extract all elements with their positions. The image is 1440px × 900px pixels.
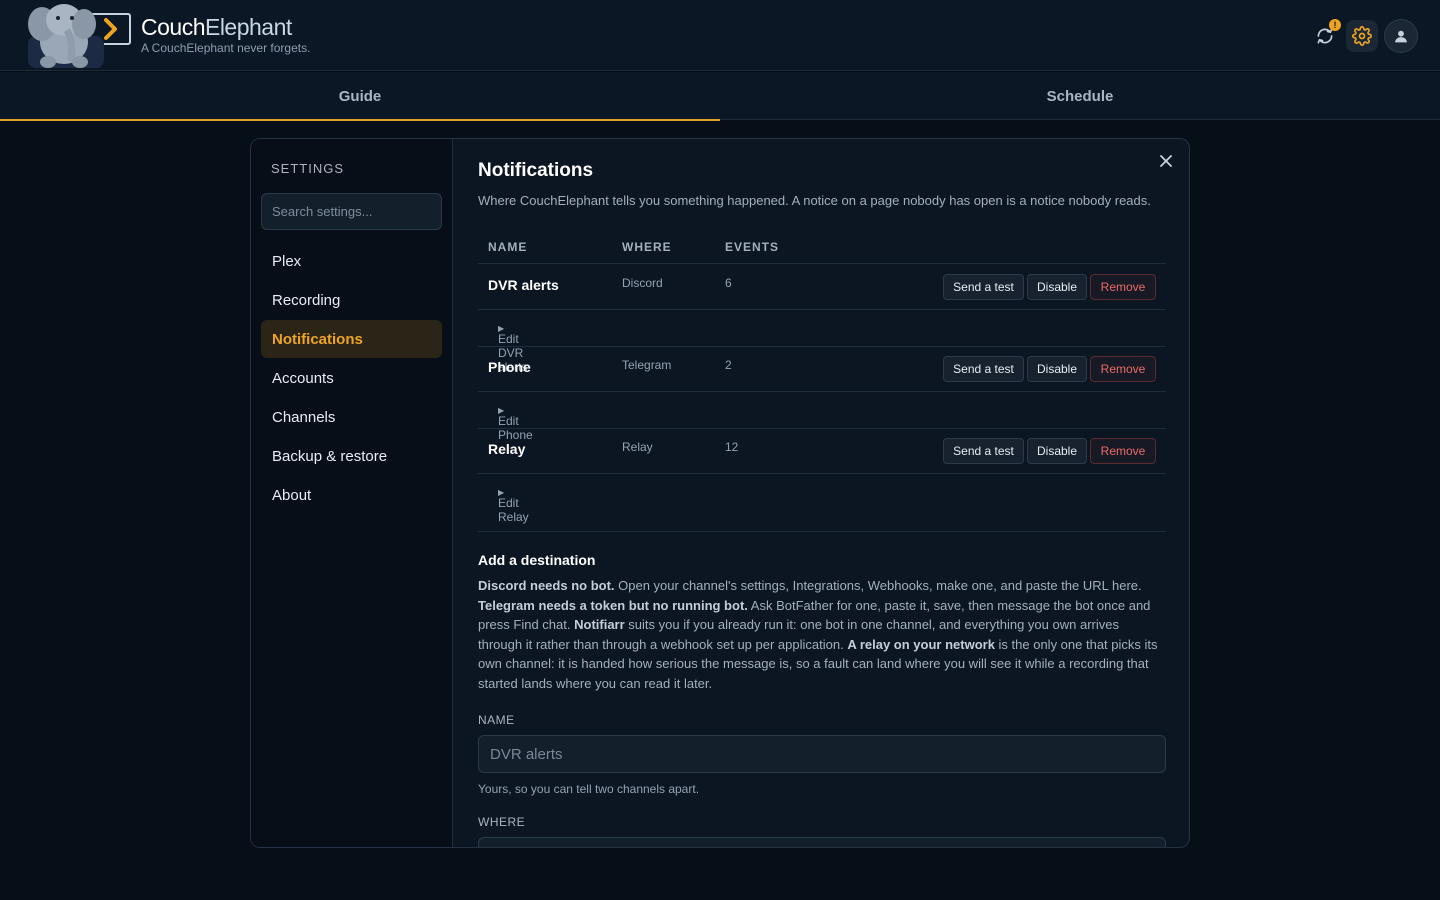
- destination-name: DVR alerts: [488, 277, 559, 293]
- destination-name: Phone: [488, 359, 531, 375]
- edit-label: Edit Relay: [498, 496, 529, 524]
- close-icon: [1160, 155, 1172, 167]
- name-field-hint: Yours, so you can tell two channels apar…: [478, 782, 700, 796]
- destination-where: Relay: [622, 440, 653, 454]
- disable-button[interactable]: Disable: [1027, 438, 1087, 464]
- close-button[interactable]: [1156, 151, 1176, 171]
- column-header-events: EVENTS: [725, 240, 780, 254]
- send-test-button[interactable]: Send a test: [943, 274, 1024, 300]
- brand-title: CouchElephant: [141, 14, 310, 40]
- help-relay-bold: A relay on your network: [847, 636, 995, 652]
- user-icon: [1395, 30, 1407, 43]
- help-discord-bold: Discord needs no bot.: [478, 578, 615, 593]
- table-header: NAME WHERE EVENTS: [478, 233, 1166, 264]
- edit-toggle-content: ▶ Edit Relay: [488, 485, 529, 524]
- tab-schedule[interactable]: Schedule: [720, 72, 1440, 120]
- remove-button[interactable]: Remove: [1090, 274, 1156, 300]
- disable-button[interactable]: Disable: [1027, 356, 1087, 382]
- edit-destination-toggle[interactable]: ▶ Edit Phone: [478, 392, 1166, 442]
- edit-destination-toggle[interactable]: ▶ Edit Relay: [478, 474, 1166, 524]
- brand: CouchElephant A CouchElephant never forg…: [141, 14, 310, 55]
- send-test-button[interactable]: Send a test: [943, 438, 1024, 464]
- table-row: Relay Relay 12 Send a test Disable Remov…: [478, 428, 1166, 474]
- page-title: Notifications: [478, 160, 594, 181]
- tab-guide[interactable]: Guide: [0, 72, 720, 121]
- column-header-where: WHERE: [622, 240, 672, 254]
- edit-toggle-content: ▶ Edit DVR alerts: [488, 321, 527, 374]
- where-field-label: WHERE: [478, 815, 526, 829]
- sidebar-item-plex[interactable]: Plex: [261, 242, 442, 280]
- sidebar-item-recording[interactable]: Recording: [261, 281, 442, 319]
- destination-name-input[interactable]: [478, 735, 1166, 773]
- remove-button[interactable]: Remove: [1090, 438, 1156, 464]
- destination-where: Discord: [622, 276, 663, 290]
- destination-events: 12: [725, 440, 739, 454]
- sidebar-item-accounts[interactable]: Accounts: [261, 359, 442, 397]
- gear-icon: [1352, 26, 1372, 46]
- add-destination-help: Discord needs no bot. Open your channel'…: [478, 576, 1166, 693]
- disable-button[interactable]: Disable: [1027, 274, 1087, 300]
- column-header-name: NAME: [488, 240, 528, 254]
- elephant-logo-icon[interactable]: [20, 0, 132, 71]
- add-destination-title: Add a destination: [478, 552, 596, 568]
- notifications-panel: Notifications Where CouchElephant tells …: [454, 139, 1189, 847]
- page-description: Where CouchElephant tells you something …: [478, 193, 1151, 208]
- remove-button[interactable]: Remove: [1090, 356, 1156, 382]
- brand-name-part2: Elephant: [204, 14, 292, 40]
- section-divider: [478, 531, 1166, 532]
- send-test-button[interactable]: Send a test: [943, 356, 1024, 382]
- help-discord: Open your channel's settings, Integratio…: [614, 578, 1142, 593]
- edit-destination-toggle[interactable]: ▶ Edit DVR alerts: [478, 310, 1166, 374]
- settings-sidebar: SETTINGS Plex Recording Notifications Ac…: [251, 139, 453, 847]
- destination-events: 2: [725, 358, 732, 372]
- brand-tagline: A CouchElephant never forgets.: [141, 41, 311, 55]
- help-telegram-bold: Telegram needs a token but no running bo…: [478, 597, 748, 613]
- name-field-label: NAME: [478, 713, 515, 727]
- destination-where: Telegram: [622, 358, 672, 372]
- sidebar-title: SETTINGS: [271, 161, 345, 176]
- sidebar-item-about[interactable]: About: [261, 476, 442, 514]
- destination-events: 6: [725, 276, 732, 290]
- sidebar-item-backup-restore[interactable]: Backup & restore: [261, 437, 442, 475]
- account-button[interactable]: [1384, 19, 1418, 53]
- help-notifiarr-bold: Notifiarr: [574, 617, 625, 632]
- settings-button[interactable]: [1346, 20, 1378, 52]
- sidebar-item-notifications[interactable]: Notifications: [261, 320, 442, 358]
- table-row: DVR alerts Discord 6 Send a test Disable…: [478, 264, 1166, 310]
- settings-search-input[interactable]: [261, 193, 442, 230]
- edit-toggle-content: ▶ Edit Phone: [488, 403, 533, 442]
- settings-modal: SETTINGS Plex Recording Notifications Ac…: [250, 138, 1190, 848]
- table-row: Phone Telegram 2 Send a test Disable Rem…: [478, 346, 1166, 392]
- sidebar-item-channels[interactable]: Channels: [261, 398, 442, 436]
- brand-name-part1: Couch: [141, 14, 205, 40]
- app-header: CouchElephant A CouchElephant never forg…: [0, 0, 1440, 71]
- notification-badge: !: [1329, 19, 1341, 31]
- main-tabs: Guide Schedule: [0, 72, 1440, 121]
- where-select[interactable]: [478, 837, 1166, 847]
- destination-name: Relay: [488, 441, 526, 457]
